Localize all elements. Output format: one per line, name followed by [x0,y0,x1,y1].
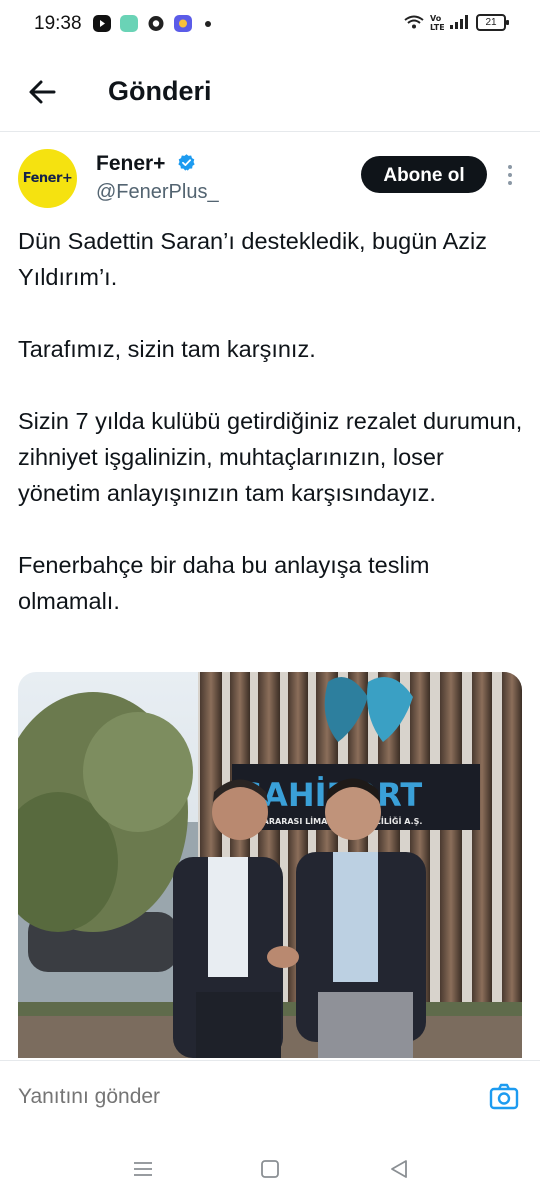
signal-icon [450,15,468,29]
status-right: Vo LTE 21 [404,13,509,31]
youtube-icon [93,15,111,32]
display-name[interactable]: Fener+ [96,152,165,176]
camera-icon [489,1083,519,1110]
avatar[interactable]: Fener+ [18,149,77,208]
app-icon [120,15,138,32]
tweet-photo: SAHİPORT ULUSLARARASI LİMAN İŞLETMECİLİĞ… [18,672,522,1058]
system-nav-bar [0,1136,540,1200]
tweet-text: Dün Sadettin Saran’ı destekledik, bugün … [18,228,523,614]
more-options-button[interactable] [502,162,518,188]
menu-icon [134,1162,152,1176]
status-bar: 19:38 Vo LTE 21 [0,0,540,46]
chrome-icon [147,15,165,32]
verified-badge-icon [178,154,195,171]
volte-icon: Vo LTE [430,14,444,31]
more-vertical-icon [508,165,512,185]
reply-input[interactable] [18,1085,418,1109]
back-triangle-icon [391,1160,407,1178]
wifi-icon [404,15,424,29]
status-time: 19:38 [34,13,82,34]
follow-button[interactable]: Abone ol [361,156,487,193]
tweet-header: Fener+ Fener+ @FenerPlus_ Abone ol [0,146,540,216]
top-bar: Gönderi [0,60,540,126]
handle[interactable]: @FenerPlus_ [96,181,219,204]
back-button[interactable] [22,74,62,110]
camera-button[interactable] [488,1081,520,1113]
dot-icon [205,20,211,27]
app-icon [174,15,192,32]
page-title: Gönderi [108,76,212,106]
status-app-icons [93,15,211,32]
svg-text:Vo: Vo [430,14,442,23]
system-back-button[interactable] [386,1156,412,1182]
arrow-left-icon [29,80,56,104]
battery-icon: 21 [476,13,509,31]
recents-button[interactable] [130,1156,156,1182]
home-square-icon [261,1160,279,1178]
home-button[interactable] [257,1156,283,1182]
header-divider [0,131,540,132]
reply-bar [0,1060,540,1137]
svg-text:LTE: LTE [430,23,444,31]
tweet-image[interactable]: SAHİPORT ULUSLARARASI LİMAN İŞLETMECİLİĞ… [18,672,522,1058]
